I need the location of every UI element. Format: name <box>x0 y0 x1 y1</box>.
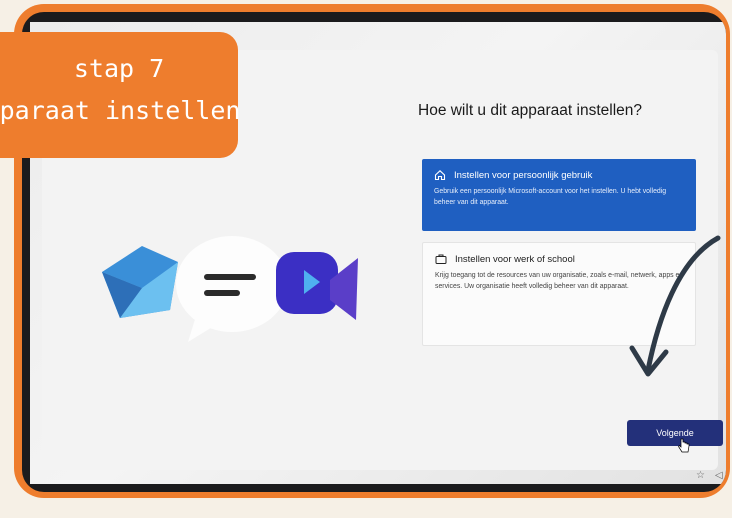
system-tray: ☆ ◁ <box>696 470 723 481</box>
volume-icon[interactable]: ◁ <box>715 470 723 481</box>
briefcase-icon <box>435 254 447 264</box>
option-title: Instellen voor werk of school <box>455 253 575 265</box>
step-title: apparaat instellen <box>0 96 241 125</box>
home-icon <box>434 170 446 181</box>
step-number: Stap 7 <box>73 54 165 83</box>
option-title: Instellen voor persoonlijk gebruik <box>454 169 593 181</box>
accessibility-icon[interactable]: ☆ <box>696 470 705 481</box>
curved-arrow-icon <box>629 235 721 377</box>
step-badge: Stap 7 apparaat instellen <box>0 32 240 158</box>
chat-bubble-icon <box>176 236 288 342</box>
page-title: Hoe wilt u dit apparaat instellen? <box>418 102 643 119</box>
hand-cursor-icon <box>678 438 690 453</box>
video-call-icon <box>276 252 358 320</box>
option-description: Gebruik een persoonlijk Microsoft-accoun… <box>434 188 667 206</box>
option-personal-use[interactable]: Instellen voor persoonlijk gebruik Gebru… <box>422 159 696 231</box>
setup-illustration <box>102 236 358 342</box>
mail-icon <box>102 246 178 318</box>
next-button[interactable]: Volgende <box>627 420 723 446</box>
